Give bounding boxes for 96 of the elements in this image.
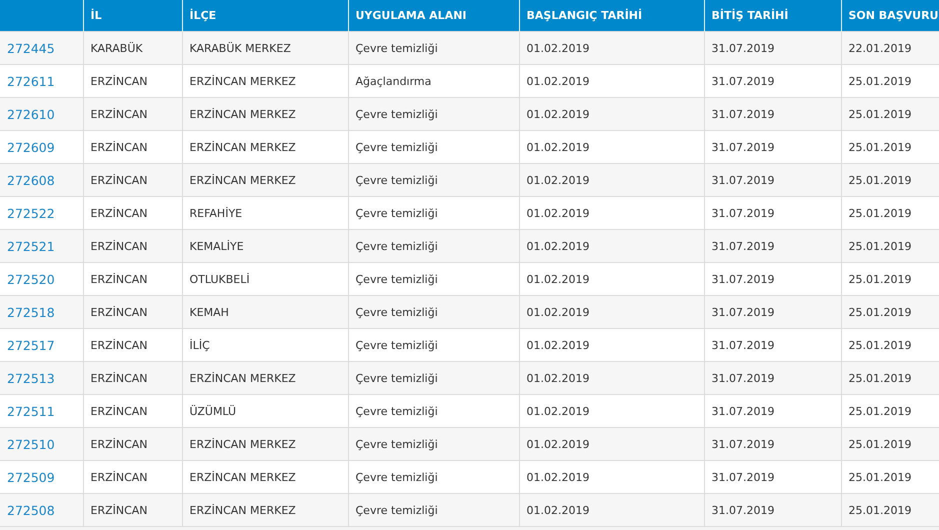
- table-cell: ERZİNCAN MERKEZ: [182, 362, 348, 394]
- table-cell: Çevre temizliği: [348, 196, 519, 230]
- table-cell: 01.02.2019: [519, 494, 704, 526]
- table-cell: ERZİNCAN: [83, 494, 182, 526]
- table-cell: 01.02.2019: [519, 230, 704, 262]
- table-cell: 01.02.2019: [519, 262, 704, 296]
- table-cell: KARABÜK: [83, 32, 182, 64]
- table-cell: 25.01.2019: [841, 230, 939, 262]
- table-cell: 31.07.2019: [704, 64, 841, 98]
- table-cell: ERZİNCAN: [83, 98, 182, 130]
- table-cell: ERZİNCAN: [83, 328, 182, 362]
- table-cell: ERZİNCAN: [83, 64, 182, 98]
- table-cell: 01.02.2019: [519, 98, 704, 130]
- table-cell: 25.01.2019: [841, 362, 939, 394]
- table-cell: 25.01.2019: [841, 460, 939, 494]
- table-cell: Çevre temizliği: [348, 32, 519, 64]
- table-cell: ERZİNCAN MERKEZ: [182, 164, 348, 196]
- table-cell: ERZİNCAN: [83, 262, 182, 296]
- table-cell: 01.02.2019: [519, 362, 704, 394]
- table-cell: Çevre temizliği: [348, 428, 519, 460]
- table-cell: 25.01.2019: [841, 494, 939, 526]
- table-cell: 31.07.2019: [704, 32, 841, 64]
- column-header: İL: [83, 0, 182, 32]
- table-cell: OTLUKBELİ: [182, 262, 348, 296]
- table-cell: 31.07.2019: [704, 328, 841, 362]
- table-cell: 31.07.2019: [704, 494, 841, 526]
- table-cell: 31.07.2019: [704, 460, 841, 494]
- column-header: SON BAŞVURU: [841, 0, 939, 32]
- table-cell: ERZİNCAN: [83, 130, 182, 164]
- table-cell: İLİÇ: [182, 328, 348, 362]
- table-cell: Çevre temizliği: [348, 230, 519, 262]
- table-cell: 25.01.2019: [841, 394, 939, 428]
- column-header: BAŞLANGIÇ TARİHİ: [519, 0, 704, 32]
- table-cell: 01.02.2019: [519, 394, 704, 428]
- column-header: UYGULAMA ALANI: [348, 0, 519, 32]
- table-cell: 31.07.2019: [704, 230, 841, 262]
- table-cell: 25.01.2019: [841, 130, 939, 164]
- table-cell: 25.01.2019: [841, 98, 939, 130]
- table-cell: 25.01.2019: [841, 262, 939, 296]
- table-cell: 01.02.2019: [519, 64, 704, 98]
- table-cell: Ağaçlandırma: [348, 64, 519, 98]
- table-cell: 01.02.2019: [519, 328, 704, 362]
- table-cell: 31.07.2019: [704, 196, 841, 230]
- table-cell: 31.07.2019: [704, 428, 841, 460]
- column-header: BİTİŞ TARİHİ: [704, 0, 841, 32]
- table-cell: 25.01.2019: [841, 64, 939, 98]
- table-cell: 31.07.2019: [704, 98, 841, 130]
- table-cell: 25.01.2019: [841, 196, 939, 230]
- table-cell: 31.07.2019: [704, 296, 841, 328]
- table-cell: ERZİNCAN MERKEZ: [182, 494, 348, 526]
- table-cell: ERZİNCAN MERKEZ: [182, 98, 348, 130]
- table-cell: Çevre temizliği: [348, 262, 519, 296]
- table-cell: ERZİNCAN: [83, 296, 182, 328]
- table-cell: ERZİNCAN MERKEZ: [182, 460, 348, 494]
- table-cell: ERZİNCAN: [83, 164, 182, 196]
- table-cell: Çevre temizliği: [348, 328, 519, 362]
- table-cell: 01.02.2019: [519, 196, 704, 230]
- table-cell: 25.01.2019: [841, 164, 939, 196]
- table-cell: ÜZÜMLÜ: [182, 394, 348, 428]
- table-cell: Çevre temizliği: [348, 460, 519, 494]
- table-cell: Çevre temizliği: [348, 130, 519, 164]
- column-header: İLÇE: [182, 0, 348, 32]
- table-cell: ERZİNCAN MERKEZ: [182, 64, 348, 98]
- table-cell: 31.07.2019: [704, 164, 841, 196]
- table-cell: 01.02.2019: [519, 32, 704, 64]
- table-cell: Çevre temizliği: [348, 494, 519, 526]
- table-cell: KARABÜK MERKEZ: [182, 32, 348, 64]
- table-cell: ERZİNCAN: [83, 362, 182, 394]
- table-cell: 01.02.2019: [519, 460, 704, 494]
- table-cell: Çevre temizliği: [348, 98, 519, 130]
- table-cell: KEMALİYE: [182, 230, 348, 262]
- table-cell: ERZİNCAN: [83, 196, 182, 230]
- table-cell: Çevre temizliği: [348, 394, 519, 428]
- table-cell: 31.07.2019: [704, 130, 841, 164]
- table-cell: KEMAH: [182, 296, 348, 328]
- table-cell: 25.01.2019: [841, 428, 939, 460]
- table-cell: Çevre temizliği: [348, 362, 519, 394]
- table-cell: Çevre temizliği: [348, 164, 519, 196]
- table-cell: 01.02.2019: [519, 428, 704, 460]
- table-cell: 25.01.2019: [841, 328, 939, 362]
- table-cell: 31.07.2019: [704, 262, 841, 296]
- table-cell: ERZİNCAN MERKEZ: [182, 130, 348, 164]
- table-cell: ERZİNCAN MERKEZ: [182, 428, 348, 460]
- table-cell: 25.01.2019: [841, 296, 939, 328]
- table-cell: ERZİNCAN: [83, 428, 182, 460]
- table-cell: 22.01.2019: [841, 32, 939, 64]
- table-cell: Çevre temizliği: [348, 296, 519, 328]
- table-cell: 01.02.2019: [519, 296, 704, 328]
- table-cell: 01.02.2019: [519, 130, 704, 164]
- table-cell: REFAHİYE: [182, 196, 348, 230]
- table-cell: 31.07.2019: [704, 394, 841, 428]
- table-cell: ERZİNCAN: [83, 394, 182, 428]
- table-cell: 31.07.2019: [704, 362, 841, 394]
- table-cell: ERZİNCAN: [83, 460, 182, 494]
- table-cell: 01.02.2019: [519, 164, 704, 196]
- table-cell: ERZİNCAN: [83, 230, 182, 262]
